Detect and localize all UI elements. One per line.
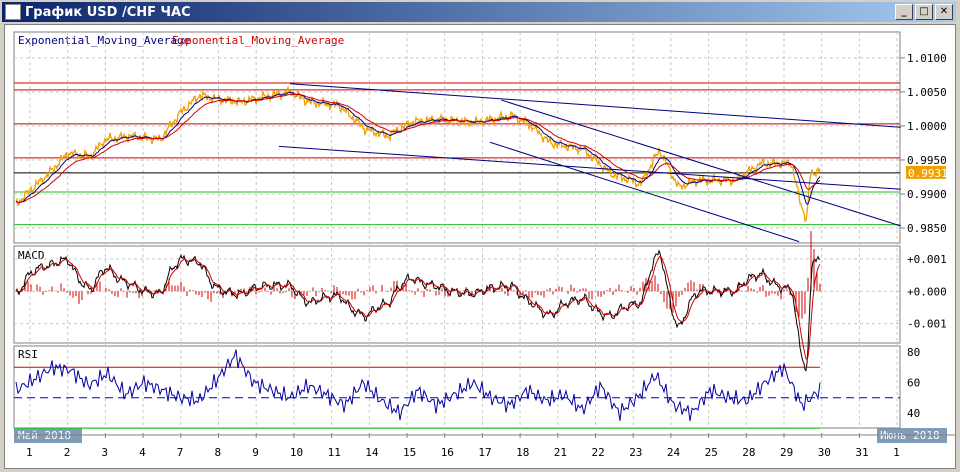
rsi-tick-label: 80: [907, 346, 920, 359]
y-tick-label: 0.9950: [907, 154, 947, 167]
x-tick-label: 28: [742, 446, 755, 459]
x-tick-label: 11: [328, 446, 341, 459]
ema-slow-line: [15, 93, 821, 203]
y-tick-label: 1.0100: [907, 52, 947, 65]
x-tick-label: 8: [215, 446, 222, 459]
legend-ema2: Exponential_Moving_Average: [172, 34, 344, 47]
x-tick-label: 15: [403, 446, 416, 459]
macd-tick-label: +0.000: [907, 285, 947, 298]
rsi-line: [15, 349, 821, 422]
x-tick-label: 31: [855, 446, 868, 459]
macd-label: MACD: [18, 249, 45, 262]
rsi-label: RSI: [18, 348, 38, 361]
x-tick-label: 3: [101, 446, 108, 459]
y-tick-label: 0.9850: [907, 222, 947, 235]
x-tick-label: 9: [252, 446, 259, 459]
legend-ema1: Exponential_Moving_Average: [18, 34, 190, 47]
x-tick-label: 7: [177, 446, 184, 459]
x-tick-label: 30: [818, 446, 831, 459]
x-tick-label: 4: [139, 446, 146, 459]
x-tick-label: 16: [441, 446, 454, 459]
rsi-tick-label: 40: [907, 407, 920, 420]
y-tick-label: 1.0050: [907, 86, 947, 99]
rsi-tick-label: 60: [907, 377, 920, 390]
x-tick-label: 2: [64, 446, 71, 459]
macd-panel: [13, 245, 901, 344]
price-line: [15, 85, 821, 223]
macd-tick-label: -0.001: [907, 318, 947, 331]
x-tick-label: 23: [629, 446, 642, 459]
macd-line: [15, 249, 821, 372]
x-tick-label: 1: [893, 446, 900, 459]
x-tick-label: 21: [554, 446, 567, 459]
x-tick-label: 24: [667, 446, 681, 459]
y-tick-label: 0.9900: [907, 188, 947, 201]
x-tick-label: 18: [516, 446, 529, 459]
x-tick-label: 10: [290, 446, 303, 459]
y-tick-label: 1.0000: [907, 120, 947, 133]
trend-line: [278, 145, 901, 190]
x-tick-label: 1: [26, 446, 33, 459]
x-tick-label: 25: [705, 446, 718, 459]
x-tick-label: 17: [478, 446, 491, 459]
trend-line: [501, 99, 902, 227]
x-tick-label: 22: [592, 446, 605, 459]
x-tick-label: 29: [780, 446, 793, 459]
macd-signal-line: [15, 255, 821, 361]
x-tick-label: 14: [365, 446, 379, 459]
macd-tick-label: +0.001: [907, 253, 947, 266]
current-price-label: 0.9931: [908, 167, 948, 180]
ema-fast-line: [15, 91, 821, 205]
chart-canvas[interactable]: Exponential_Moving_Average Exponential_M…: [0, 0, 960, 472]
